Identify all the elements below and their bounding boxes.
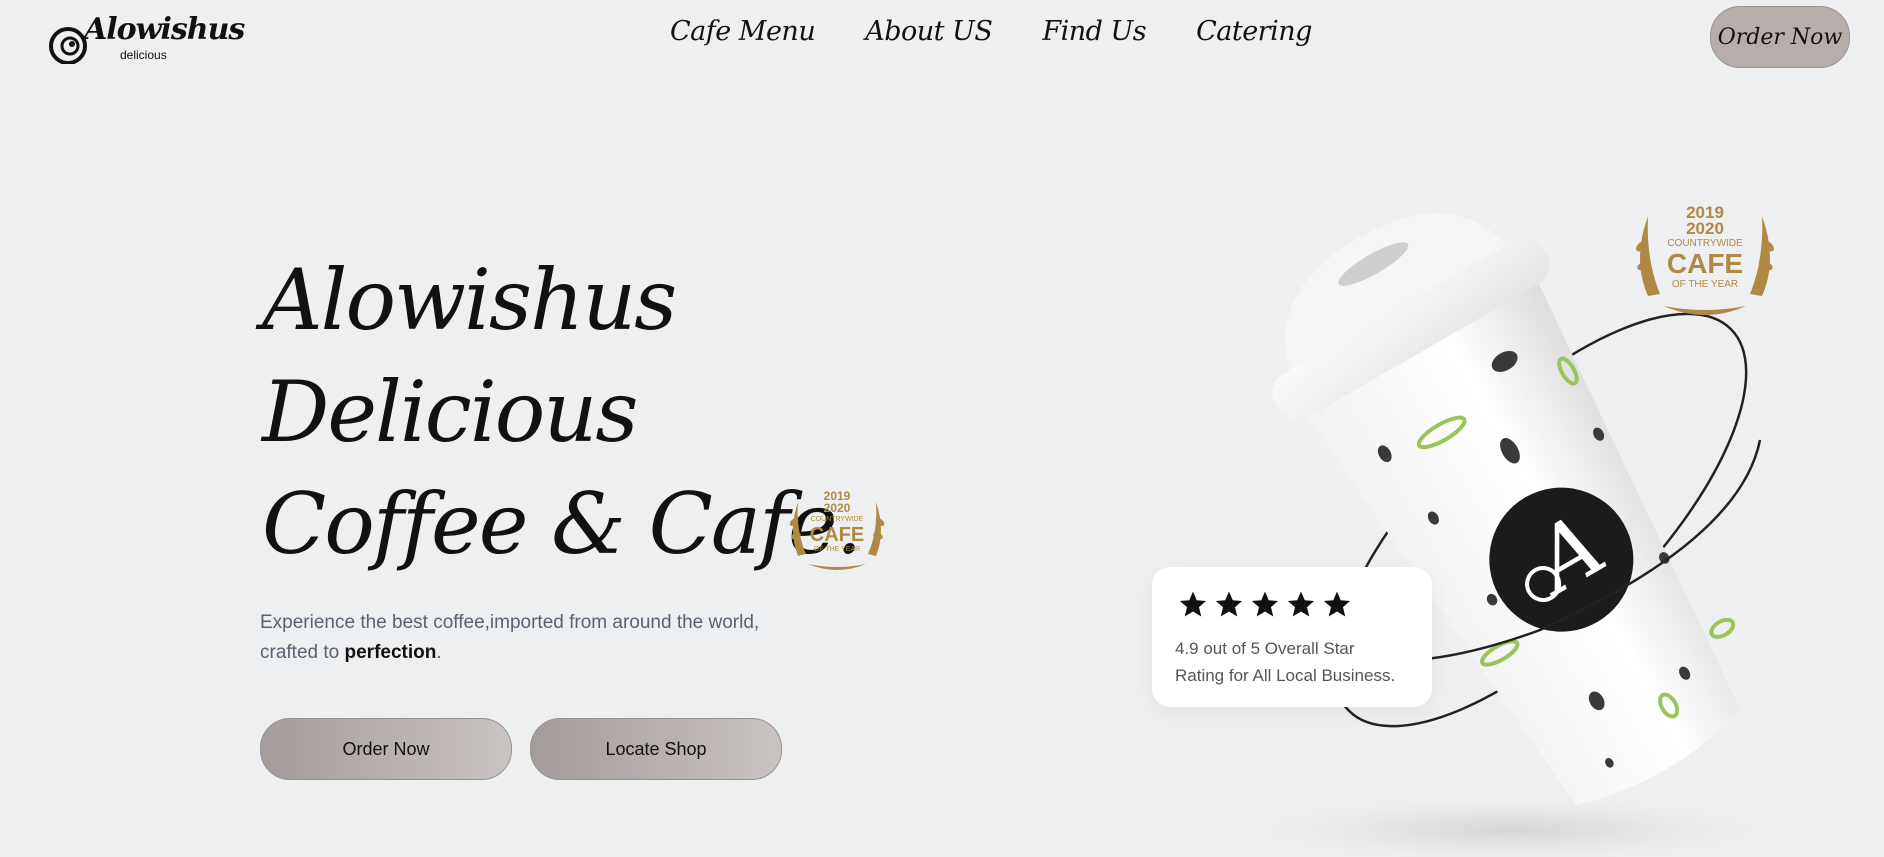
award-badge-large: 2019 2020 COUNTRYWIDE CAFE OF THE YEAR (1636, 203, 1774, 315)
award-badge-small: 2019 2020 COUNTRYWIDE CAFE OF THE YEAR (789, 489, 885, 570)
hero-tagline: Experience the best coffee,imported from… (260, 608, 880, 668)
main-nav: Cafe Menu About US Find Us Catering (670, 16, 1312, 47)
nav-catering[interactable]: Catering (1196, 16, 1312, 47)
rating-text-line-1: 4.9 out of 5 Overall Star (1175, 639, 1355, 658)
tagline-part-2: crafted to (260, 642, 345, 663)
award-of-the-year: OF THE YEAR (814, 546, 860, 553)
rating-card: 4.9 out of 5 Overall Star Rating for All… (1152, 567, 1432, 707)
header-order-now-button[interactable]: Order Now (1710, 6, 1850, 68)
brand-logo[interactable]: Alowishus delicious (48, 8, 245, 64)
hero-title-line-2: Delicious (262, 363, 638, 461)
rating-description: 4.9 out of 5 Overall Star Rating for All… (1175, 635, 1425, 689)
star-rating (1178, 589, 1352, 619)
tagline-part-1: Experience the best coffee,imported from… (260, 612, 760, 633)
award-year-2: 2020 (824, 501, 851, 515)
star-icon (1179, 591, 1207, 617)
logo-subtitle: delicious (120, 48, 167, 62)
star-icon (1251, 591, 1279, 617)
nav-cafe-menu[interactable]: Cafe Menu (670, 16, 816, 47)
logo-wordmark: Alowishus (84, 12, 245, 47)
hero-title-line-3: Coffee & Cafe. (262, 475, 862, 573)
nav-about-us[interactable]: About US (865, 16, 993, 47)
award-large-year-2: 2020 (1686, 219, 1724, 238)
award-large-cafe: CAFE (1667, 248, 1743, 279)
star-icon (1215, 591, 1243, 617)
rating-text-line-2: Rating for All Local Business. (1175, 666, 1396, 685)
hero-order-now-button[interactable]: Order Now (260, 718, 512, 780)
award-large-of-the-year: OF THE YEAR (1672, 279, 1738, 290)
tagline-end: . (436, 642, 442, 663)
star-icon (1287, 591, 1315, 617)
nav-find-us[interactable]: Find Us (1042, 16, 1146, 47)
award-countrywide: COUNTRYWIDE (811, 516, 864, 523)
star-icon (1323, 591, 1351, 617)
award-cafe: CAFE (810, 524, 864, 546)
hero-title-line-1: Alowishus (262, 251, 677, 349)
hero-locate-shop-button[interactable]: Locate Shop (530, 718, 782, 780)
tagline-emphasis: perfection (344, 642, 437, 663)
